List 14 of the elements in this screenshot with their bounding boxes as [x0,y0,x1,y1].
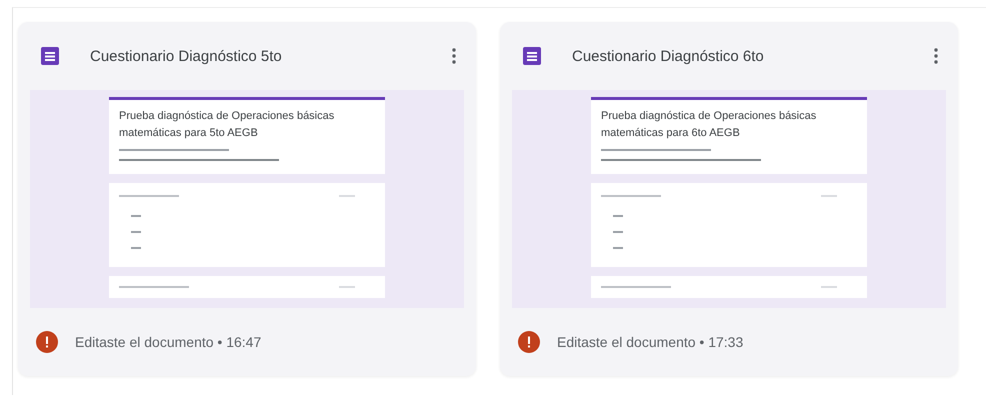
activity-text: Editaste el documento • 16:47 [75,334,262,350]
more-vertical-icon [452,48,456,64]
document-card[interactable]: Cuestionario Diagnóstico 5to Prueba diagnóstica de Operaciones básicas matemáticas para 5to AEGB Editaste el documento • 16:47 [18,22,476,376]
more-vertical-icon [934,48,938,64]
document-title: Cuestionario Diagnóstico 6to [572,48,765,64]
alert-icon [36,331,58,353]
activity-text: Editaste el documento • 17:33 [557,334,744,350]
document-title: Cuestionario Diagnóstico 5to [90,48,283,64]
forms-icon [41,47,59,65]
form-title: Prueba diagnóstica de Operaciones básicas matemáticas para 5to AEGB [119,109,336,141]
form-title: Prueba diagnóstica de Operaciones básicas matemáticas para 6to AEGB [601,109,818,141]
alert-icon [518,331,540,353]
forms-icon [523,47,541,65]
document-card[interactable]: Cuestionario Diagnóstico 6to Prueba diagnóstica de Operaciones básicas matemáticas para 6to AEGB Editaste el documento • 17:33 [500,22,958,376]
